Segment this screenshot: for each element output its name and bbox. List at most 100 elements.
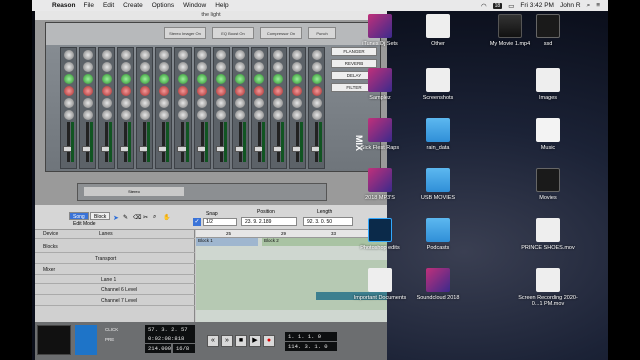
channel-knob[interactable]	[292, 98, 303, 108]
channel-knob[interactable]	[254, 62, 265, 72]
track-transport[interactable]: Transport	[35, 255, 195, 264]
desktop-icon[interactable]: Images	[518, 68, 578, 101]
channel-knob[interactable]	[216, 86, 227, 96]
channel-knob[interactable]	[254, 86, 265, 96]
menu-file[interactable]: File	[83, 2, 93, 9]
menu-help[interactable]: Help	[215, 2, 228, 9]
channel-knob[interactable]	[197, 62, 208, 72]
eraser-tool-icon[interactable]: ⌫	[133, 214, 141, 221]
channel-knob[interactable]	[235, 110, 246, 120]
stereo-imager-button[interactable]: Stereo Imager On	[164, 27, 206, 39]
menu-list-icon[interactable]: ≡	[596, 2, 600, 9]
channel-knob[interactable]	[158, 62, 169, 72]
position-field[interactable]: 23. 9. 2.189	[241, 217, 297, 226]
magnify-tool-icon[interactable]: ⌕	[153, 214, 156, 221]
click-label[interactable]: CLICK	[105, 327, 118, 332]
desktop-icon[interactable]: iTunes Dj Sets	[350, 14, 410, 47]
channel-knob[interactable]	[120, 62, 131, 72]
channel-knob[interactable]	[292, 110, 303, 120]
song-position-display[interactable]: 57. 3. 2. 57	[145, 325, 195, 334]
channel-knob[interactable]	[120, 98, 131, 108]
blocks-button[interactable]	[75, 325, 97, 355]
channel-knob[interactable]	[178, 86, 188, 96]
track-lane-1[interactable]: Lane 1	[35, 276, 195, 284]
desktop-icon[interactable]: PRINCE SHOES.mov	[518, 218, 578, 251]
desktop-icon[interactable]: Music	[518, 118, 578, 151]
desktop-icon[interactable]: ssd	[518, 14, 578, 47]
rewind-button[interactable]: «	[207, 335, 219, 347]
loop-end-display[interactable]: 114. 3. 1. 0	[285, 342, 337, 351]
menu-options[interactable]: Options	[152, 2, 174, 9]
track-channel-7-level[interactable]: Channel 7 Level	[35, 297, 195, 306]
channel-knob[interactable]	[178, 110, 188, 120]
snap-select[interactable]: 1/2	[203, 218, 237, 226]
desktop-icon[interactable]: Podcasts	[408, 218, 468, 251]
desktop-icon[interactable]: Other	[408, 14, 468, 47]
channel-knob[interactable]	[216, 98, 227, 108]
fx-reverb[interactable]: REVERB	[331, 59, 377, 68]
channel-knob[interactable]	[158, 110, 169, 120]
channel-knob[interactable]	[292, 74, 303, 84]
channel-knob[interactable]	[101, 74, 112, 84]
channel-knob[interactable]	[82, 74, 93, 84]
pre-label[interactable]: PRE	[105, 337, 114, 342]
desktop-icon[interactable]: Screen Recording 2020-0...1 PM.mov	[518, 268, 578, 307]
channel-knob[interactable]	[120, 74, 131, 84]
channel-knob[interactable]	[63, 74, 74, 84]
razor-tool-icon[interactable]: ✂	[143, 214, 148, 221]
channel-knob[interactable]	[178, 50, 188, 60]
channel-knob[interactable]	[139, 50, 150, 60]
channel-knob[interactable]	[63, 98, 74, 108]
channel-knob[interactable]	[311, 86, 322, 96]
channel-knob[interactable]	[139, 110, 150, 120]
channel-knob[interactable]	[63, 110, 74, 120]
channel-knob[interactable]	[120, 50, 131, 60]
menu-app-name[interactable]: Reason	[52, 2, 75, 9]
channel-knob[interactable]	[235, 98, 246, 108]
snap-checkbox[interactable]: ✓	[193, 218, 201, 226]
menu-user[interactable]: John R	[560, 2, 581, 9]
desktop-icon[interactable]: 2018 MP3'S	[350, 168, 410, 201]
channel-knob[interactable]	[216, 62, 227, 72]
channel-knob[interactable]	[101, 50, 112, 60]
channel-knob[interactable]	[178, 74, 188, 84]
desktop-icon[interactable]: USB MOVIES	[408, 168, 468, 201]
menu-window[interactable]: Window	[183, 2, 206, 9]
channel-knob[interactable]	[254, 74, 265, 84]
signature-display[interactable]: 16/8	[173, 344, 195, 353]
channel-knob[interactable]	[82, 50, 93, 60]
channel-knob[interactable]	[197, 86, 208, 96]
channel-knob[interactable]	[82, 110, 93, 120]
play-button[interactable]: ▶	[249, 335, 261, 347]
device-label[interactable]: Stereo	[84, 187, 184, 196]
desktop-icon[interactable]: Sick Flest Raps	[350, 118, 410, 151]
channel-knob[interactable]	[235, 74, 246, 84]
channel-knob[interactable]	[311, 110, 322, 120]
search-icon[interactable]: ⌕	[587, 2, 591, 10]
desktop-icon[interactable]: rain_data	[408, 118, 468, 151]
wifi-icon[interactable]: ◠	[481, 2, 487, 10]
channel-knob[interactable]	[311, 74, 322, 84]
channel-knob[interactable]	[311, 62, 322, 72]
record-button[interactable]: ●	[263, 335, 275, 347]
channel-knob[interactable]	[273, 110, 284, 120]
channel-knob[interactable]	[158, 98, 169, 108]
menu-create[interactable]: Create	[123, 2, 143, 9]
channel-knob[interactable]	[311, 98, 322, 108]
channel-knob[interactable]	[235, 50, 246, 60]
channel-knob[interactable]	[82, 62, 93, 72]
channel-knob[interactable]	[273, 62, 284, 72]
channel-knob[interactable]	[63, 50, 74, 60]
channel-knob[interactable]	[235, 86, 246, 96]
channel-knob[interactable]	[292, 50, 303, 60]
eq-boost-button[interactable]: EQ Boost On	[212, 27, 254, 39]
channel-knob[interactable]	[197, 74, 208, 84]
channel-knob[interactable]	[216, 110, 227, 120]
channel-knob[interactable]	[292, 86, 303, 96]
length-field[interactable]: 92. 3. 0. 50	[303, 217, 353, 226]
channel-knob[interactable]	[197, 110, 208, 120]
channel-knob[interactable]	[311, 50, 322, 60]
channel-knob[interactable]	[216, 50, 227, 60]
desktop-icon[interactable]: Samplez	[350, 68, 410, 101]
desktop-icon[interactable]: Screenshots	[408, 68, 468, 101]
